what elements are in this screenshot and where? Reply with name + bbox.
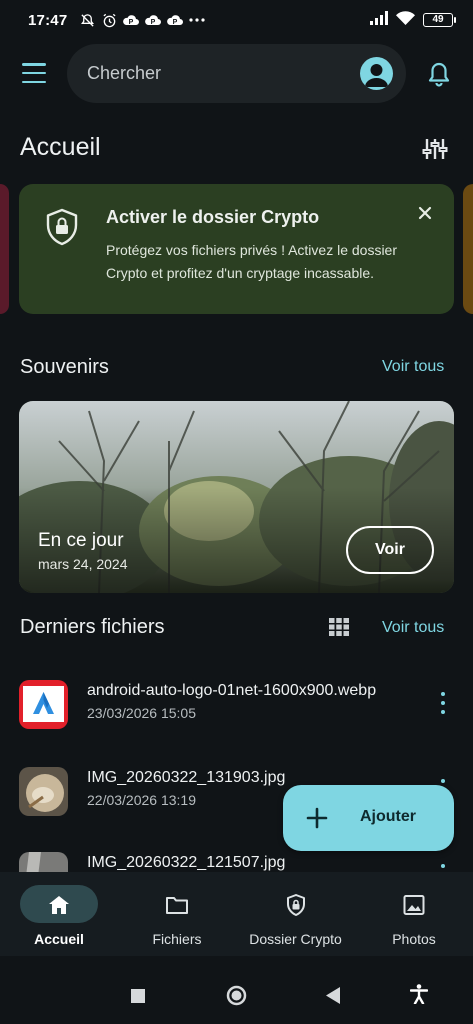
shield-lock-icon — [45, 208, 79, 246]
nav-label-files: Fichiers — [152, 931, 202, 947]
image-icon — [403, 895, 425, 915]
nav-item-photos[interactable]: Photos — [355, 872, 473, 956]
status-time: 17:47 — [28, 11, 68, 29]
file-row[interactable]: android-auto-logo-01net-1600x900.webp 23… — [0, 680, 473, 752]
recents-icon[interactable] — [131, 989, 145, 1008]
bell-icon[interactable] — [427, 61, 451, 87]
memory-title: En ce jour — [38, 530, 124, 551]
alarm-icon — [101, 12, 117, 28]
view-memory-button[interactable]: Voir — [346, 526, 434, 574]
file-thumbnail — [19, 680, 68, 729]
more-vert-icon[interactable] — [438, 864, 448, 872]
p-notification-icon: P — [167, 12, 184, 28]
memories-see-all-link[interactable]: Voir tous — [382, 358, 444, 376]
shield-lock-icon — [286, 894, 305, 916]
file-thumbnail — [19, 767, 68, 816]
recent-files-section-title: Derniers fichiers — [20, 616, 165, 638]
file-name: IMG_20260322_121507.jpg — [87, 854, 286, 871]
memory-date: mars 24, 2024 — [38, 556, 128, 572]
memories-section-title: Souvenirs — [20, 356, 109, 378]
svg-text:P: P — [173, 19, 178, 26]
battery-icon: 49 — [423, 13, 456, 27]
search-input[interactable]: Chercher — [87, 63, 161, 84]
more-vert-icon[interactable] — [438, 692, 448, 714]
notification-icons: P P P — [79, 12, 205, 28]
file-thumbnail — [19, 852, 68, 872]
file-date: 23/03/2026 15:05 — [87, 705, 196, 721]
crypto-banner-title: Activer le dossier Crypto — [106, 207, 320, 227]
nav-label-home: Accueil — [34, 931, 84, 947]
avatar[interactable] — [360, 57, 393, 90]
close-icon[interactable] — [416, 204, 434, 222]
mute-icon — [79, 12, 95, 28]
search-bar[interactable]: Chercher — [67, 44, 406, 103]
home-icon — [49, 896, 69, 914]
menu-icon[interactable] — [22, 63, 46, 83]
bottom-navigation: Accueil Fichiers Dossier Crypto Photos — [0, 872, 473, 956]
page-title: Accueil — [20, 133, 101, 161]
signal-icon — [370, 11, 388, 29]
crypto-banner[interactable]: Activer le dossier Crypto Protégez vos f… — [19, 184, 454, 314]
accessibility-icon[interactable] — [409, 984, 429, 1009]
carousel-card-next[interactable] — [463, 184, 473, 314]
home-nav-icon[interactable] — [226, 985, 247, 1011]
status-right: 49 — [370, 11, 456, 29]
svg-text:P: P — [129, 19, 134, 26]
recent-files-see-all-link[interactable]: Voir tous — [382, 619, 444, 637]
file-row[interactable]: IMG_20260322_121507.jpg — [0, 852, 473, 872]
wifi-icon — [396, 11, 415, 29]
crypto-banner-text: Protégez vos fichiers privés ! Activez l… — [106, 242, 398, 281]
status-bar: 17:47 P P P 49 — [0, 0, 473, 40]
p-notification-icon: P — [145, 12, 162, 28]
grid-view-icon[interactable] — [329, 618, 349, 636]
nav-item-files[interactable]: Fichiers — [118, 872, 236, 956]
nav-label-photos: Photos — [392, 931, 436, 947]
more-dots-icon — [189, 12, 205, 28]
back-icon[interactable] — [326, 987, 340, 1009]
nav-item-home[interactable]: Accueil — [0, 872, 118, 956]
file-name: android-auto-logo-01net-1600x900.webp — [87, 682, 377, 699]
nav-label-crypto: Dossier Crypto — [249, 931, 342, 947]
system-navigation-bar — [0, 956, 473, 1024]
plus-icon — [306, 807, 328, 829]
svg-text:P: P — [151, 19, 156, 26]
nav-item-crypto[interactable]: Dossier Crypto — [236, 872, 355, 956]
file-name: IMG_20260322_131903.jpg — [87, 769, 286, 786]
p-notification-icon: P — [123, 12, 140, 28]
tune-icon[interactable] — [422, 136, 448, 162]
add-button-label: Ajouter — [360, 808, 416, 825]
carousel-card-previous[interactable] — [0, 184, 9, 314]
file-date: 22/03/2026 13:19 — [87, 792, 196, 808]
add-button[interactable]: Ajouter — [283, 785, 454, 851]
memory-card[interactable]: En ce jour mars 24, 2024 Voir — [19, 401, 454, 593]
folder-icon — [166, 897, 188, 914]
